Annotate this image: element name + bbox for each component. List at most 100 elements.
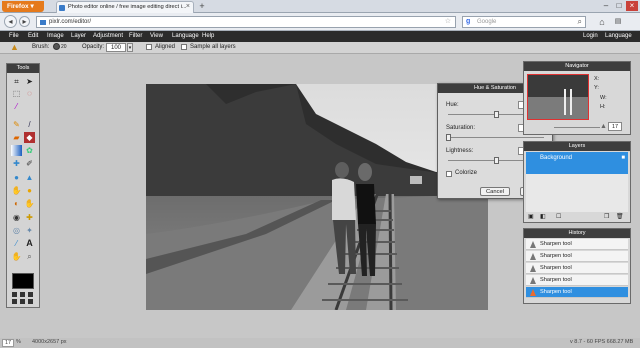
color-picker-icon[interactable]: ⁄ [11,238,22,249]
version-info: v 8.7 - 60 FPS 668.27 MB [570,339,634,345]
hand-icon[interactable]: ✋ [11,251,22,262]
saturation-slider-track[interactable] [448,137,544,138]
aligned-checkbox[interactable] [146,44,152,50]
history-item-label: Sharpen tool [540,241,572,247]
chevron-down-icon: ▾ [28,3,34,10]
opacity-input[interactable]: 100 [106,43,126,52]
lasso-icon[interactable]: ◌ [24,88,35,99]
layer-settings-icon[interactable]: ☐ [556,213,561,220]
sponge-icon[interactable]: ● [24,185,35,196]
layer-styles-icon[interactable]: ▣ [528,213,534,220]
drawing-icon[interactable]: ✐ [24,158,35,169]
sharpen-icon [530,241,536,248]
dodge-icon[interactable]: ◐ [11,198,22,209]
sharpen-icon [530,277,536,284]
bloat-icon[interactable]: ◎ [11,225,22,236]
move-icon[interactable]: ➤ [24,76,35,87]
burn-icon[interactable]: ✋ [24,198,35,209]
layer-mask-icon[interactable]: ◧ [540,213,546,220]
forward-button[interactable]: ▸ [19,16,30,27]
firefox-menu-button[interactable]: Firefox ▾ [2,1,44,12]
saturation-slider-knob[interactable] [446,134,451,141]
zoom-slider[interactable] [554,127,600,128]
menu-adjustment[interactable]: Adjustment [93,31,123,42]
home-icon[interactable]: ⌂ [596,16,608,28]
opacity-dropdown-icon[interactable]: ▾ [127,43,133,52]
sample-all-checkbox[interactable] [181,44,187,50]
colorize-checkbox[interactable] [446,171,452,177]
zoom-icon[interactable]: ⌕ [24,251,35,262]
menu-file[interactable]: File [9,31,19,42]
brush-icon[interactable]: / [24,119,35,130]
menu-edit[interactable]: Edit [28,31,38,42]
gradient-icon[interactable] [11,145,22,156]
minimize-button[interactable]: – [600,1,612,11]
pencil-icon[interactable]: ✎ [11,119,22,130]
clone-icon[interactable]: ✿ [24,145,35,156]
zoom-in-icon[interactable]: ▲ [600,123,607,130]
zoom-level-input[interactable]: 17 [2,339,14,347]
color-swatch[interactable] [12,273,34,289]
view-mode-grid[interactable] [12,292,34,306]
firefox-menu-label: Firefox [7,3,29,10]
address-bar[interactable]: pixlr.com/editor/ ☆ [36,16,456,28]
spot-heal-icon[interactable]: ✚ [24,212,35,223]
cancel-button[interactable]: Cancel [480,187,510,196]
crop-icon[interactable]: ⌗ [11,76,22,87]
pinch-icon[interactable]: ✦ [24,225,35,236]
close-tab-icon[interactable]: × [186,3,190,10]
zoom-input[interactable]: 17 [608,122,622,131]
history-item-label: Sharpen tool [540,289,572,295]
history-item[interactable]: Sharpen tool [526,251,628,262]
smudge-icon[interactable]: ✋ [11,185,22,196]
wand-icon[interactable]: ⁄ [11,101,22,112]
bucket-icon[interactable]: ◆ [24,132,35,143]
search-placeholder: Google [477,19,497,25]
navigator-thumbnail[interactable] [527,74,589,120]
login-link[interactable]: Login [583,31,598,42]
close-window-button[interactable]: × [626,1,638,11]
brush-size[interactable]: 20 [61,44,67,50]
brush-label: Brush: [32,44,50,50]
history-item-selected[interactable]: Sharpen tool [526,287,628,298]
history-toolbar [526,299,628,304]
layer-row[interactable]: Background ■ [526,152,628,174]
sharpen-icon[interactable]: ▲ [24,172,35,183]
google-icon: g [466,18,471,25]
menu-language[interactable]: Language [172,31,199,42]
layer-name: Background [540,155,573,161]
sharpen-icon [530,289,536,296]
language-link[interactable]: Language [605,31,632,42]
sharpen-icon [530,265,536,272]
menu-layer[interactable]: Layer [71,31,86,42]
brush-preview-icon[interactable] [53,43,60,50]
history-item[interactable]: Sharpen tool [526,275,628,286]
star-icon[interactable]: ☆ [445,17,451,25]
new-layer-icon[interactable]: ❐ [604,213,609,220]
color-replace-icon[interactable]: ✚ [11,158,22,169]
hue-slider-knob[interactable] [494,111,499,118]
tab-title: Photo editor online / free image editing… [68,4,187,10]
menu-filter[interactable]: Filter [129,31,142,42]
search-icon[interactable]: ⌕ [578,17,582,27]
history-item[interactable]: Sharpen tool [526,239,628,250]
blur-icon[interactable]: ● [11,172,22,183]
history-item[interactable]: Sharpen tool [526,263,628,274]
search-box[interactable]: g Google ⌕ [462,16,586,28]
layers-list [526,174,628,212]
lightness-slider-knob[interactable] [494,157,499,164]
back-button[interactable]: ◂ [4,15,17,28]
maximize-button[interactable]: □ [613,1,625,11]
delete-layer-icon[interactable]: 🗑 [616,213,624,220]
red-eye-icon[interactable]: ◉ [11,212,22,223]
bookmarks-icon[interactable]: ▤ [612,16,624,28]
marquee-icon[interactable]: ⬚ [11,88,22,99]
menu-view[interactable]: View [150,31,163,42]
menu-help[interactable]: Help [202,31,214,42]
history-title: History [524,229,630,238]
menu-image[interactable]: Image [47,31,64,42]
eraser-icon[interactable]: ▰ [11,132,22,143]
new-tab-button[interactable]: + [196,2,208,12]
type-icon[interactable]: A [24,238,35,249]
browser-tab[interactable]: Photo editor online / free image editing… [56,1,194,13]
